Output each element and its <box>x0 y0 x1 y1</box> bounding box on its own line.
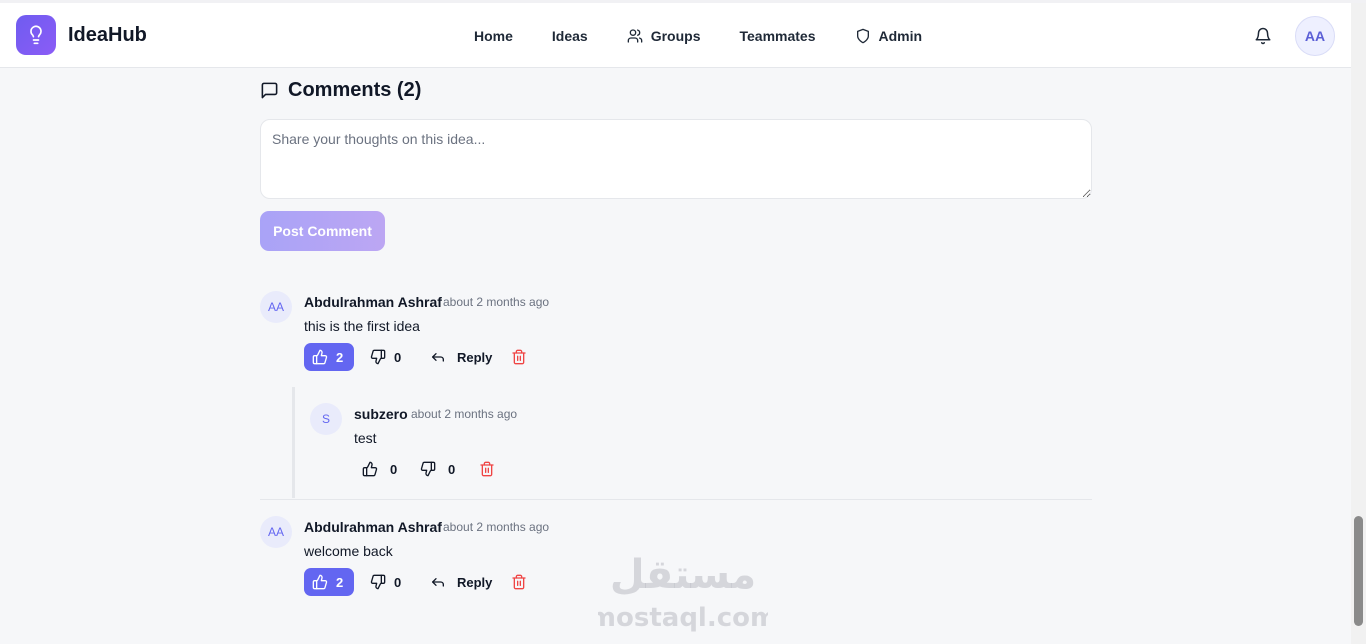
reply-button[interactable]: Reply <box>430 343 492 371</box>
comment-avatar: AA <box>260 291 292 323</box>
mostaql-watermark-logo: مستقل mostaql.com <box>598 552 768 632</box>
comment-text: welcome back <box>304 543 393 559</box>
reply-label: Reply <box>457 349 493 365</box>
comment-time: about 2 months ago <box>443 295 550 309</box>
like-button[interactable]: 2 <box>304 568 354 596</box>
delete-button[interactable] <box>511 568 535 596</box>
shield-icon <box>856 28 869 44</box>
comments-header: Comments (2) <box>260 79 421 102</box>
nav-groups-label: Groups <box>650 28 701 44</box>
reply-text: test <box>354 430 377 446</box>
reply-time: about 2 months ago <box>411 407 518 421</box>
reply-author: subzero <box>354 406 408 422</box>
comment-avatar: AA <box>260 516 292 548</box>
nav-home-label: Home <box>474 28 513 44</box>
nav-teammates[interactable]: Teammates <box>740 28 816 44</box>
lightbulb-icon <box>30 25 42 45</box>
reply-dislike-button[interactable]: 0 <box>420 455 455 483</box>
trash-icon <box>512 574 526 590</box>
app-name[interactable]: IdeaHub <box>68 24 147 47</box>
thumbs-up-icon <box>312 349 328 365</box>
reply-avatar: S <box>310 403 342 435</box>
app-logo[interactable] <box>16 15 56 55</box>
nav-admin-label: Admin <box>878 28 923 44</box>
reply-like-count: 0 <box>390 461 398 477</box>
nav-teammates-label: Teammates <box>739 28 816 44</box>
dislike-button[interactable]: 0 <box>370 343 401 371</box>
reply-dislike-count: 0 <box>448 461 456 477</box>
dislike-count: 0 <box>394 349 402 365</box>
reply-icon <box>432 353 444 362</box>
bell-icon[interactable] <box>1254 27 1272 45</box>
nav-ideas[interactable]: Ideas <box>552 28 588 44</box>
reply-icon <box>432 578 444 587</box>
thumbs-up-icon <box>362 461 378 477</box>
post-comment-button[interactable]: Post Comment <box>260 211 385 251</box>
thumbs-down-icon <box>370 349 386 365</box>
reply-thread-line <box>292 387 295 498</box>
nav-groups[interactable]: Groups <box>627 28 701 44</box>
user-avatar[interactable]: AA <box>1295 16 1335 56</box>
delete-button[interactable] <box>511 343 535 371</box>
dislike-button[interactable]: 0 <box>370 568 401 596</box>
users-icon <box>627 29 643 43</box>
comment-time: about 2 months ago <box>443 520 550 534</box>
comment-author: Abdulrahman Ashraf <box>304 294 442 310</box>
nav-home[interactable]: Home <box>474 28 513 44</box>
comment-divider <box>260 499 1092 500</box>
reply-button[interactable]: Reply <box>430 568 492 596</box>
reply-delete-button[interactable] <box>479 455 503 483</box>
thumbs-up-icon <box>312 574 328 590</box>
like-button[interactable]: 2 <box>304 343 354 371</box>
comment-author: Abdulrahman Ashraf <box>304 519 442 535</box>
main-nav: Home Ideas Groups Teammates Admin <box>474 26 961 46</box>
scrollbar-thumb[interactable] <box>1354 516 1363 626</box>
svg-text:mostaql.com: mostaql.com <box>598 603 768 632</box>
like-count: 2 <box>336 574 344 590</box>
nav-ideas-label: Ideas <box>551 28 588 44</box>
trash-icon <box>512 349 526 365</box>
message-square-icon <box>261 82 278 99</box>
dislike-count: 0 <box>394 574 402 590</box>
thumbs-down-icon <box>370 574 386 590</box>
navbar: IdeaHub Home Ideas Groups Teammates Admi… <box>0 3 1351 68</box>
reply-like-button[interactable]: 0 <box>362 455 397 483</box>
comment-input[interactable] <box>260 119 1092 199</box>
trash-icon <box>480 461 494 477</box>
nav-admin[interactable]: Admin <box>855 28 923 44</box>
svg-text:مستقل: مستقل <box>610 552 756 598</box>
like-count: 2 <box>336 349 344 365</box>
thumbs-down-icon <box>420 461 436 477</box>
comment-text: this is the first idea <box>304 318 420 334</box>
comments-title: Comments (2) <box>288 79 422 101</box>
reply-label: Reply <box>457 574 493 590</box>
